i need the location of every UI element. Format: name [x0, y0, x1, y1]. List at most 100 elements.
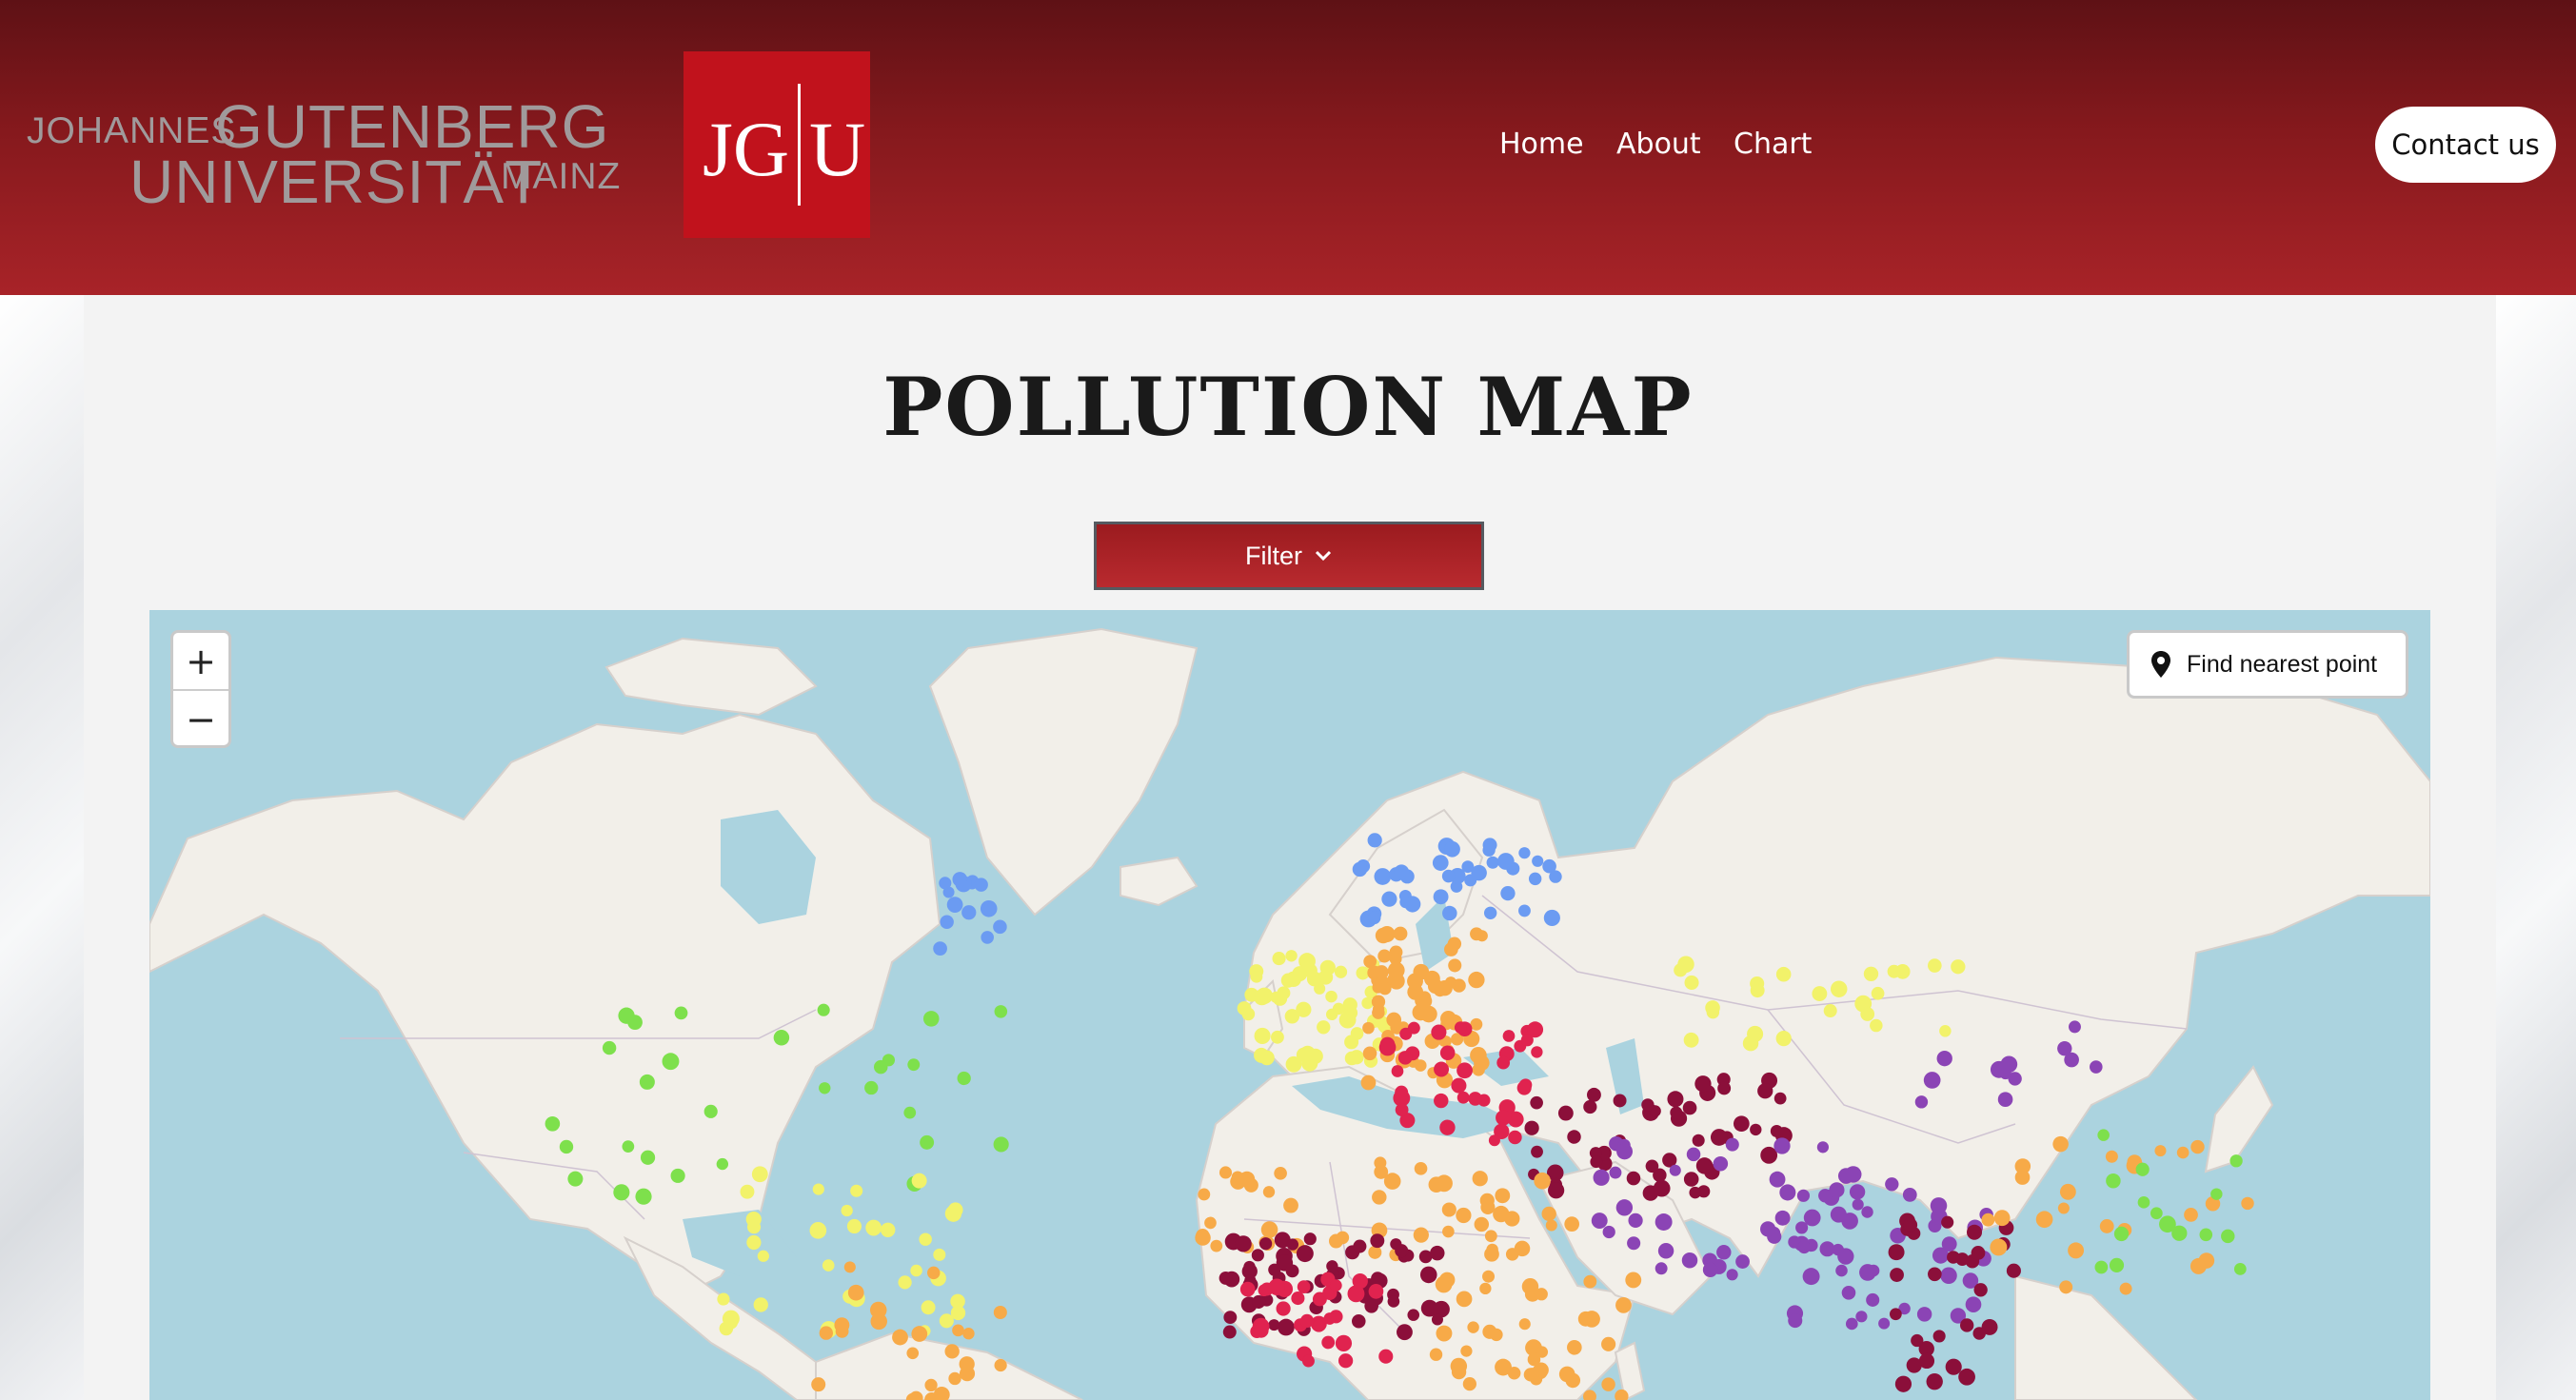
pollution-marker[interactable] [1431, 1313, 1443, 1326]
pollution-marker[interactable] [1441, 1202, 1456, 1217]
pollution-marker[interactable] [980, 899, 998, 917]
pollution-marker[interactable] [950, 1305, 966, 1321]
pollution-marker[interactable] [822, 1259, 835, 1272]
pollution-marker[interactable] [1683, 1172, 1699, 1187]
pollution-marker[interactable] [1484, 1230, 1497, 1243]
pollution-marker[interactable] [1681, 1252, 1698, 1269]
pollution-marker[interactable] [773, 1030, 790, 1046]
pollution-marker[interactable] [1692, 1134, 1705, 1147]
pollution-marker[interactable] [1439, 1045, 1456, 1060]
pollution-marker[interactable] [1613, 1094, 1627, 1108]
pollution-marker[interactable] [1490, 1328, 1503, 1342]
pollution-marker[interactable] [1887, 964, 1901, 978]
pollution-marker[interactable] [1374, 1165, 1389, 1179]
pollution-marker[interactable] [559, 1139, 574, 1154]
pollution-marker[interactable] [1717, 1081, 1732, 1095]
pollution-marker[interactable] [1350, 1027, 1364, 1040]
pollution-marker[interactable] [1283, 1197, 1298, 1213]
pollution-marker[interactable] [1238, 1171, 1256, 1188]
pollution-marker[interactable] [1429, 1348, 1443, 1361]
pollution-marker[interactable] [1360, 1075, 1377, 1091]
pollution-marker[interactable] [1297, 1280, 1311, 1293]
pollution-marker[interactable] [1397, 1324, 1413, 1341]
pollution-marker[interactable] [1195, 1230, 1211, 1246]
pollution-marker[interactable] [1601, 1336, 1616, 1351]
pollution-marker[interactable] [819, 1082, 831, 1094]
pollution-marker[interactable] [1683, 1032, 1699, 1048]
pollution-marker[interactable] [920, 1134, 935, 1150]
pollution-marker[interactable] [1670, 1106, 1683, 1119]
pollution-marker[interactable] [1470, 927, 1483, 941]
pollution-marker[interactable] [1532, 855, 1544, 867]
find-nearest-point-button[interactable]: Find nearest point [2127, 630, 2408, 699]
pollution-marker[interactable] [1797, 1240, 1811, 1254]
pollution-marker[interactable] [1583, 1099, 1597, 1114]
pollution-marker[interactable] [1486, 856, 1499, 869]
pollution-marker[interactable] [843, 1261, 856, 1273]
pollution-marker[interactable] [812, 1183, 824, 1195]
pollution-marker[interactable] [2233, 1263, 2247, 1275]
pollution-marker[interactable] [2105, 1150, 2118, 1163]
pollution-marker[interactable] [1372, 1190, 1387, 1205]
pollution-marker[interactable] [1442, 1225, 1455, 1238]
jgu-logo-badge[interactable]: JG U [684, 51, 870, 238]
pollution-marker[interactable] [1516, 1080, 1532, 1095]
pollution-marker[interactable] [1362, 1046, 1377, 1061]
pollution-marker[interactable] [948, 1371, 961, 1386]
pollution-marker[interactable] [1377, 949, 1392, 963]
nav-about[interactable]: About [1616, 128, 1701, 161]
pollution-marker[interactable] [1474, 1216, 1490, 1232]
pollution-marker[interactable] [2059, 1183, 2076, 1200]
pollution-marker[interactable] [1353, 1239, 1367, 1253]
pollution-marker[interactable] [2035, 1211, 2053, 1229]
pollution-marker[interactable] [1456, 1291, 1473, 1308]
pollution-marker[interactable] [1301, 1354, 1315, 1368]
pollution-marker[interactable] [2057, 1040, 2072, 1056]
pollution-marker[interactable] [921, 1300, 936, 1315]
pollution-marker[interactable] [1325, 990, 1338, 1003]
pollution-marker[interactable] [1378, 981, 1392, 996]
pollution-marker[interactable] [2119, 1282, 2132, 1295]
pollution-marker[interactable] [1480, 1199, 1496, 1215]
pollution-marker[interactable] [1441, 869, 1456, 883]
pollution-marker[interactable] [835, 1324, 849, 1338]
pollution-marker[interactable] [1819, 1241, 1835, 1257]
pollution-marker[interactable] [1903, 1217, 1918, 1232]
pollution-marker[interactable] [1774, 1210, 1791, 1226]
pollution-marker[interactable] [1906, 1357, 1922, 1373]
pollution-marker[interactable] [1951, 959, 1966, 975]
pollution-marker[interactable] [906, 1347, 920, 1360]
pollution-marker[interactable] [1259, 1050, 1275, 1066]
pollution-marker[interactable] [1527, 1352, 1541, 1367]
pollution-marker[interactable] [1367, 833, 1382, 848]
pollution-marker[interactable] [1548, 1182, 1565, 1199]
pollution-marker[interactable] [674, 1006, 688, 1020]
pollution-marker[interactable] [2184, 1208, 2198, 1222]
pollution-marker[interactable] [817, 1003, 830, 1016]
pollution-marker[interactable] [1653, 1179, 1671, 1197]
pollution-marker[interactable] [1386, 1012, 1402, 1028]
pollution-marker[interactable] [939, 877, 952, 890]
pollution-marker[interactable] [1997, 1092, 2013, 1107]
pollution-marker[interactable] [1628, 1213, 1643, 1228]
pollution-marker[interactable] [1716, 1245, 1732, 1260]
pollution-marker[interactable] [1318, 970, 1334, 985]
pollution-marker[interactable] [1518, 904, 1531, 917]
pollution-marker[interactable] [2057, 1202, 2070, 1214]
pollution-marker[interactable] [881, 1222, 896, 1237]
pollution-marker[interactable] [865, 1219, 882, 1236]
pollution-marker[interactable] [1271, 1030, 1284, 1044]
pollution-marker[interactable] [1852, 1198, 1864, 1211]
pollution-marker[interactable] [1235, 1235, 1252, 1252]
pollution-marker[interactable] [1532, 1363, 1548, 1380]
pollution-marker[interactable] [1414, 1161, 1428, 1175]
pollution-marker[interactable] [1626, 1171, 1641, 1186]
pollution-marker[interactable] [1436, 1174, 1453, 1193]
pollution-marker[interactable] [903, 1106, 917, 1119]
pollution-marker[interactable] [1531, 1046, 1543, 1058]
pollution-marker[interactable] [1841, 1285, 1856, 1300]
pollution-marker[interactable] [2190, 1139, 2205, 1154]
pollution-marker[interactable] [957, 1071, 971, 1086]
pollution-marker[interactable] [1395, 1103, 1409, 1116]
pollution-marker[interactable] [1706, 1005, 1720, 1019]
